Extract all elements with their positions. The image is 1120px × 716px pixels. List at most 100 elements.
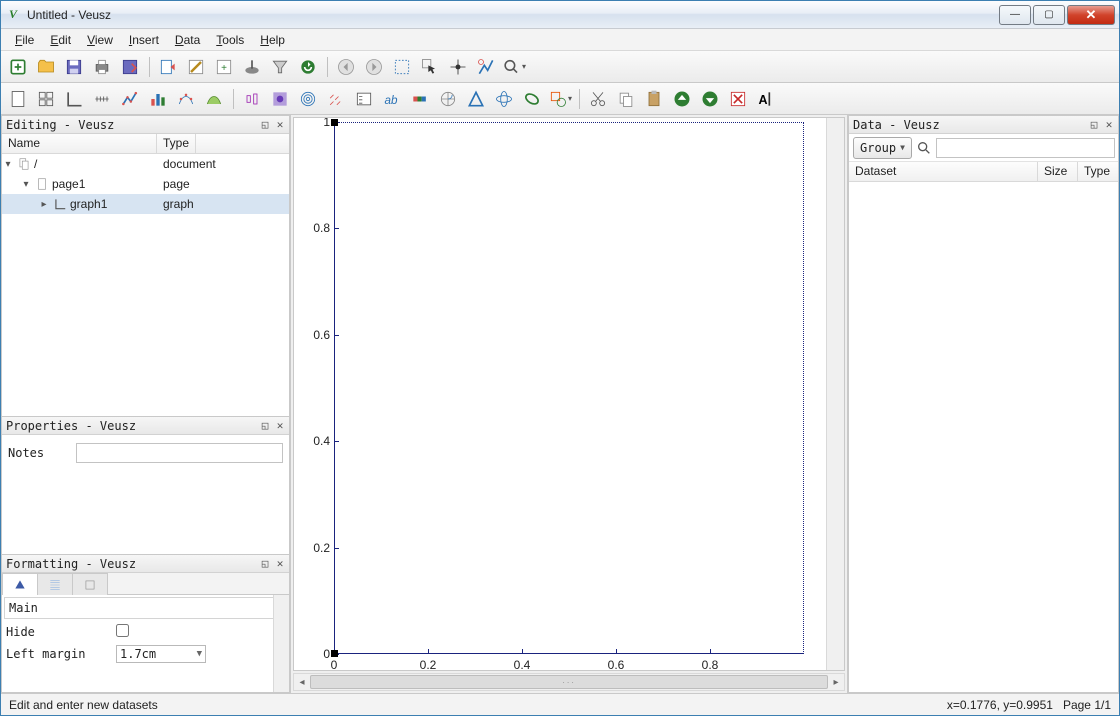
- new-document-button[interactable]: [5, 54, 31, 80]
- dock-close-icon[interactable]: ✕: [273, 557, 287, 571]
- hide-checkbox[interactable]: [116, 624, 129, 637]
- add-covariance-button[interactable]: [519, 86, 545, 112]
- read-point-button[interactable]: [445, 54, 471, 80]
- editing-dock-header[interactable]: Editing - Veusz ◱ ✕: [2, 116, 289, 134]
- add-page-button[interactable]: [5, 86, 31, 112]
- dock-close-icon[interactable]: ✕: [273, 118, 287, 132]
- properties-dock-header[interactable]: Properties - Veusz ◱ ✕: [2, 417, 289, 435]
- group-button[interactable]: Group ▼: [853, 137, 912, 159]
- formatting-tab-border[interactable]: [72, 573, 108, 595]
- dock-close-icon[interactable]: ✕: [1102, 118, 1116, 132]
- copy-button[interactable]: [613, 86, 639, 112]
- tree-row[interactable]: ▾/document: [2, 154, 289, 174]
- menu-file[interactable]: File: [7, 31, 42, 49]
- formatting-tab-background[interactable]: [37, 573, 73, 595]
- dock-float-icon[interactable]: ◱: [1087, 118, 1101, 132]
- data-search-input[interactable]: [936, 138, 1115, 158]
- paste-button[interactable]: [641, 86, 667, 112]
- tree-header-name[interactable]: Name: [2, 134, 157, 153]
- reload-data-button[interactable]: [295, 54, 321, 80]
- tree-row[interactable]: ▾page1page: [2, 174, 289, 194]
- formatting-tab-main[interactable]: [2, 573, 38, 595]
- formatting-scrollbar[interactable]: [273, 595, 289, 692]
- scroll-right-icon[interactable]: ▸: [828, 674, 844, 690]
- add-key-button[interactable]: [351, 86, 377, 112]
- tree-expand-icon[interactable]: ▾: [20, 179, 32, 190]
- select-tool-button[interactable]: [389, 54, 415, 80]
- export-button[interactable]: [117, 54, 143, 80]
- properties-dock: Properties - Veusz ◱ ✕ Notes: [1, 417, 290, 555]
- add-axis-button[interactable]: [89, 86, 115, 112]
- menu-help[interactable]: Help: [252, 31, 293, 49]
- maximize-button[interactable]: ▢: [1033, 5, 1065, 25]
- delete-widget-button[interactable]: [725, 86, 751, 112]
- add-function-button[interactable]: [201, 86, 227, 112]
- add-boxplot-button[interactable]: [239, 86, 265, 112]
- dock-float-icon[interactable]: ◱: [258, 557, 272, 571]
- menu-data[interactable]: Data: [167, 31, 208, 49]
- add-bar-button[interactable]: [145, 86, 171, 112]
- menu-view[interactable]: View: [79, 31, 121, 49]
- menu-insert[interactable]: Insert: [121, 31, 167, 49]
- dock-float-icon[interactable]: ◱: [258, 419, 272, 433]
- y-axis[interactable]: [334, 122, 335, 654]
- tree-expand-icon[interactable]: ▾: [2, 159, 14, 170]
- print-button[interactable]: [89, 54, 115, 80]
- scroll-left-icon[interactable]: ◂: [294, 674, 310, 690]
- create-data-button[interactable]: +: [211, 54, 237, 80]
- data-header-type[interactable]: Type: [1078, 162, 1118, 181]
- shapes-menu-button[interactable]: ▾: [547, 86, 573, 112]
- resize-handle-sw[interactable]: [331, 650, 338, 657]
- add-image-button[interactable]: [267, 86, 293, 112]
- add-xy-button[interactable]: [117, 86, 143, 112]
- close-button[interactable]: ✕: [1067, 5, 1115, 25]
- formatting-dock-header[interactable]: Formatting - Veusz ◱ ✕: [2, 555, 289, 573]
- hide-label: Hide: [6, 625, 116, 639]
- notes-input[interactable]: [76, 443, 283, 463]
- pointer-tool-button[interactable]: [417, 54, 443, 80]
- prev-page-button[interactable]: [333, 54, 359, 80]
- add-3d-button[interactable]: [491, 86, 517, 112]
- add-polar-button[interactable]: [435, 86, 461, 112]
- add-contour-button[interactable]: [295, 86, 321, 112]
- next-page-button[interactable]: [361, 54, 387, 80]
- add-ternary-button[interactable]: [463, 86, 489, 112]
- open-button[interactable]: [33, 54, 59, 80]
- cut-button[interactable]: [585, 86, 611, 112]
- save-button[interactable]: [61, 54, 87, 80]
- tree-row[interactable]: ▸graph1graph: [2, 194, 289, 214]
- canvas-vscrollbar[interactable]: [826, 118, 844, 670]
- zoom-menu-button[interactable]: ▾: [501, 54, 527, 80]
- add-fit-button[interactable]: [173, 86, 199, 112]
- add-graph-button[interactable]: [61, 86, 87, 112]
- add-label-button[interactable]: ab: [379, 86, 405, 112]
- data-header-dataset[interactable]: Dataset: [849, 162, 1038, 181]
- move-up-button[interactable]: [669, 86, 695, 112]
- tree-expand-icon[interactable]: ▸: [38, 199, 50, 210]
- zoom-graph-button[interactable]: [473, 54, 499, 80]
- capture-data-button[interactable]: [239, 54, 265, 80]
- add-grid-button[interactable]: [33, 86, 59, 112]
- resize-handle-nw[interactable]: [331, 119, 338, 126]
- plot-canvas[interactable]: 00.20.40.60.81 00.20.40.60.8: [293, 117, 845, 671]
- rename-widget-button[interactable]: A: [753, 86, 779, 112]
- menu-tools[interactable]: Tools: [208, 31, 252, 49]
- data-dock-header[interactable]: Data - Veusz ◱ ✕: [849, 116, 1118, 134]
- canvas-hscrollbar[interactable]: ◂ ∙∙∙ ▸: [293, 673, 845, 691]
- x-axis[interactable]: [334, 653, 804, 654]
- dock-close-icon[interactable]: ✕: [273, 419, 287, 433]
- add-vector-button[interactable]: [323, 86, 349, 112]
- minimize-button[interactable]: —: [999, 5, 1031, 25]
- filter-data-button[interactable]: [267, 54, 293, 80]
- data-header-size[interactable]: Size: [1038, 162, 1078, 181]
- menu-edit[interactable]: Edit: [42, 31, 79, 49]
- tree-header-type[interactable]: Type: [157, 134, 196, 153]
- move-down-button[interactable]: [697, 86, 723, 112]
- dock-float-icon[interactable]: ◱: [258, 118, 272, 132]
- leftmargin-combo[interactable]: 1.7cm ▼: [116, 645, 206, 663]
- add-colorbar-button[interactable]: [407, 86, 433, 112]
- graph-widget[interactable]: 00.20.40.60.81 00.20.40.60.8: [334, 122, 804, 654]
- edit-data-button[interactable]: [183, 54, 209, 80]
- import-data-button[interactable]: [155, 54, 181, 80]
- scroll-thumb[interactable]: ∙∙∙: [310, 675, 828, 689]
